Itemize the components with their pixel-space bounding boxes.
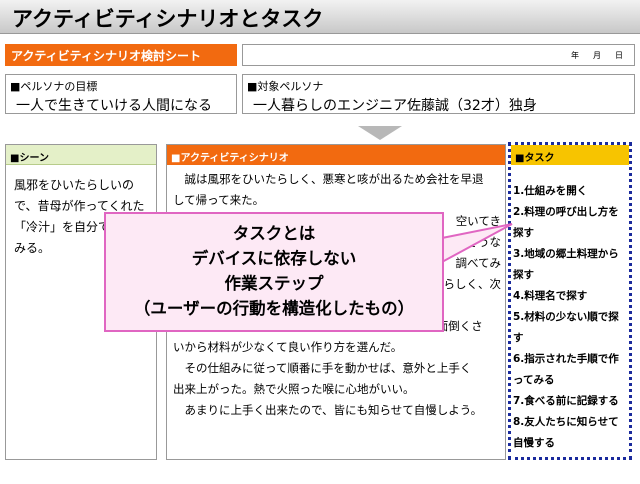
date-field[interactable]: 年 月 日: [242, 44, 635, 66]
target-persona-header: ■対象ペルソナ: [247, 80, 324, 93]
target-persona-text: 一人暮らしのエンジニア佐藤誠（32才）独身: [253, 98, 537, 114]
sheet-label: アクティビティシナリオ検討シート: [5, 44, 237, 66]
task-item: 6.指示された手順で作ってみる: [513, 353, 619, 386]
persona-goal-text: 一人で生きていける人間になる: [16, 98, 212, 114]
callout-line: デバイスに依存しない: [191, 249, 357, 268]
scenario-line: 出来上がった。熱で火照った喉に心地がいい。: [173, 382, 415, 396]
callout-line: （ユーザーの行動を構造化したもの）: [133, 299, 415, 318]
callout-line: タスクとは: [232, 224, 316, 243]
scenario-line: して帰って来た。: [173, 193, 265, 207]
scene-line: 風邪をひいたらしいの: [14, 178, 135, 192]
date-label: 年 月 日: [571, 51, 626, 60]
task-item: 8.友人たちに知らせて自慢する: [513, 416, 619, 449]
target-persona-box: ■対象ペルソナ 一人暮らしのエンジニア佐藤誠（32才）独身: [242, 74, 635, 114]
persona-goal-box: ■ペルソナの目標 一人で生きていける人間になる: [5, 74, 237, 114]
scenario-line: その仕組みに従って順番に手を動かせば、意外と上手く: [184, 361, 472, 375]
task-list: 1.仕組みを開く 2.料理の呼び出し方を探す 3.地域の郷土料理から探す 4.料…: [513, 181, 629, 454]
page-title: アクティビティシナリオとタスク: [12, 7, 324, 31]
scenario-line: いから材料が少なくて良い作り方を選んだ。: [173, 340, 403, 354]
scene-header: ■シーン: [6, 145, 156, 165]
persona-goal-header: ■ペルソナの目標: [10, 80, 98, 93]
task-item: 4.料理名で探す: [513, 290, 588, 302]
title-bar: アクティビティシナリオとタスク: [0, 0, 640, 34]
down-arrow-icon: [358, 126, 402, 140]
task-item: 7.食べる前に記録する: [513, 395, 619, 407]
callout-line: 作業ステップ: [224, 274, 324, 293]
scenario-line: 誠は風邪をひいたらしく、悪寒と咳が出るため会社を早退: [184, 172, 484, 186]
task-box: ■タスク 1.仕組みを開く 2.料理の呼び出し方を探す 3.地域の郷土料理から探…: [508, 142, 632, 460]
task-item: 5.材料の少ない順で探す: [513, 311, 619, 344]
task-item: 3.地域の郷土料理から探す: [513, 248, 619, 281]
task-definition-callout: タスクとは デバイスに依存しない 作業ステップ （ユーザーの行動を構造化したもの…: [104, 212, 444, 332]
task-item: 2.料理の呼び出し方を探す: [513, 206, 619, 239]
task-header: ■タスク: [511, 145, 629, 165]
activity-scenario-header: ■アクティビティシナリオ: [167, 145, 505, 165]
scenario-line: あまりに上手く出来たので、皆にも知らせて自慢しよう。: [184, 403, 483, 417]
task-item: 1.仕組みを開く: [513, 185, 588, 197]
